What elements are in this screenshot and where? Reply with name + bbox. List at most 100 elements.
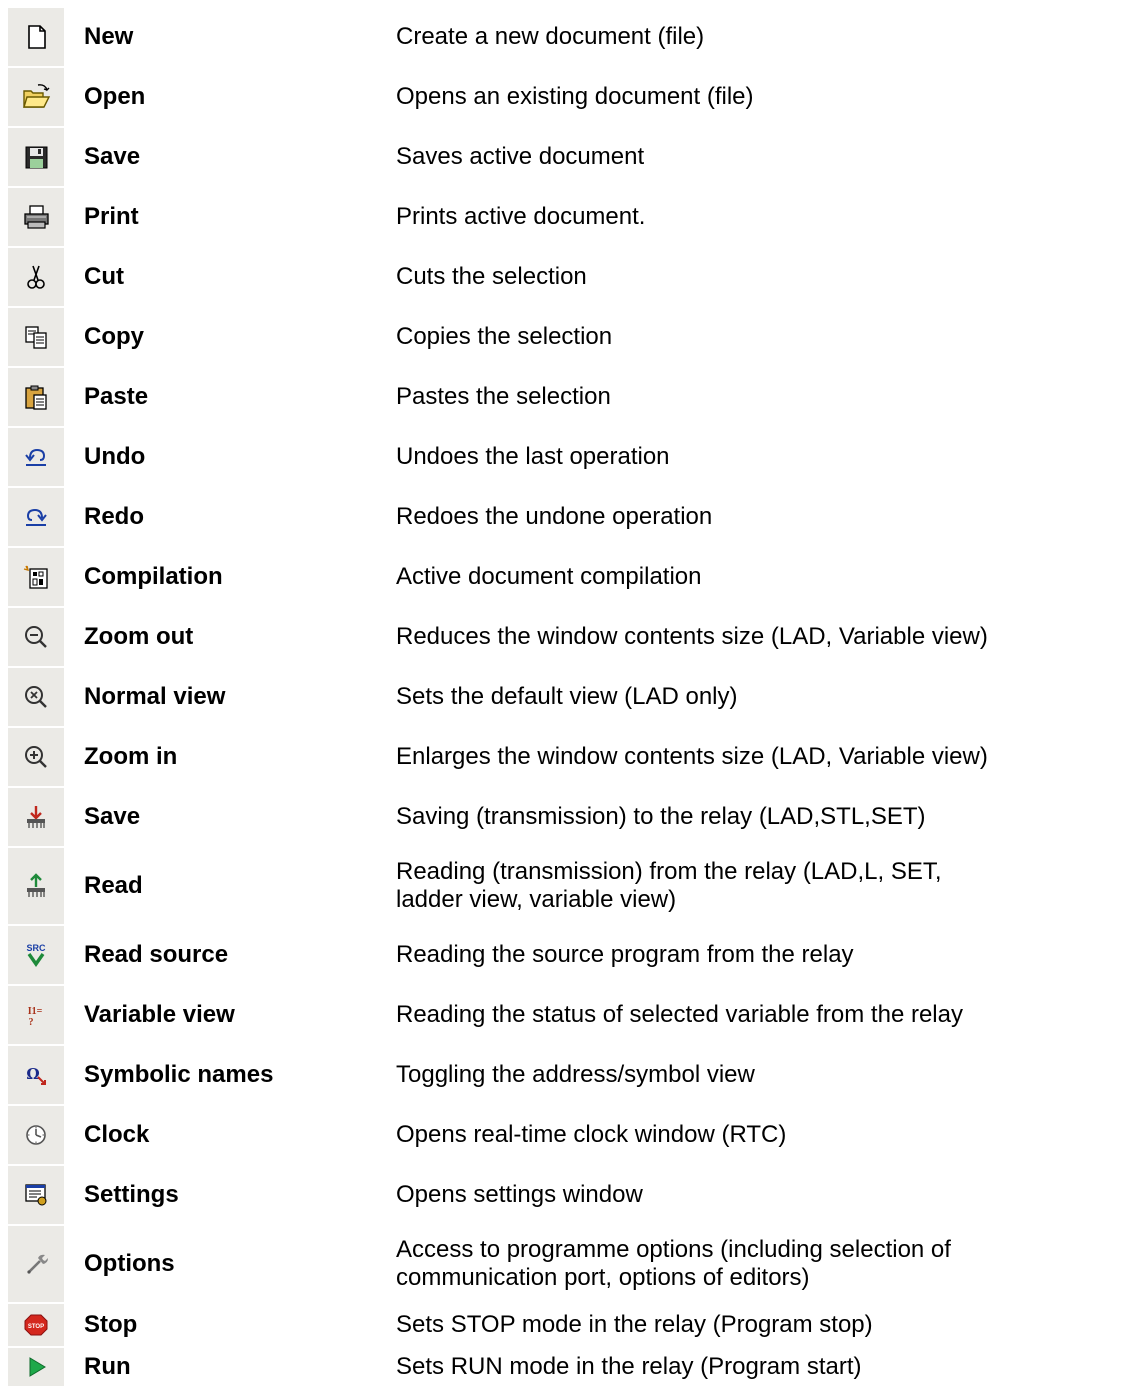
row-name: Options (84, 1250, 175, 1277)
row-name: Read (84, 872, 143, 899)
table-row: Print Prints active document. (0, 188, 1133, 246)
table-row: Paste Pastes the selection (0, 368, 1133, 426)
stop-sign-icon: STOP (8, 1304, 64, 1346)
symbolic-names-icon-text: Ω (26, 1065, 39, 1083)
row-name: Zoom in (84, 743, 178, 770)
row-description: Undoes the last operation (396, 443, 670, 470)
row-name: Open (84, 83, 146, 110)
row-name: Save (84, 803, 141, 830)
new-document-icon (8, 8, 64, 66)
row-description-line: ladder view, variable view) (396, 886, 677, 913)
table-row: Clock Opens real-time clock window (RTC) (0, 1106, 1133, 1164)
row-description: Sets STOP mode in the relay (Program sto… (396, 1311, 873, 1338)
row-description: Opens settings window (396, 1181, 643, 1208)
table-row: Cut Cuts the selection (0, 248, 1133, 306)
read-from-relay-icon (8, 848, 64, 924)
row-description: Toggling the address/symbol view (396, 1061, 755, 1088)
row-name: Save (84, 143, 141, 170)
row-description: Create a new document (file) (396, 23, 705, 50)
row-description: Prints active document. (396, 203, 646, 230)
table-row: Run Sets RUN mode in the relay (Program … (0, 1348, 1133, 1386)
row-name: Cut (84, 263, 124, 290)
table-row: Compilation Active document compilation (0, 548, 1133, 606)
row-name: New (84, 23, 134, 50)
redo-icon (8, 488, 64, 546)
table-row: Read Reading (transmission) from the rel… (0, 848, 1133, 924)
row-description: Saving (transmission) to the relay (LAD,… (396, 803, 926, 830)
row-name: Redo (84, 503, 144, 530)
row-name: Zoom out (84, 623, 194, 650)
row-description: Reading the source program from the rela… (396, 941, 854, 968)
row-description: Active document compilation (396, 563, 702, 590)
table-row: Options Access to programme options (inc… (0, 1226, 1133, 1302)
row-description: Reduces the window contents size (LAD, V… (396, 623, 988, 650)
zoom-in-icon (8, 728, 64, 786)
copy-icon (8, 308, 64, 366)
row-name: Run (84, 1353, 131, 1380)
row-description: Opens real-time clock window (RTC) (396, 1121, 787, 1148)
row-name: Normal view (84, 683, 226, 710)
table-row: STOP Stop Sets STOP mode in the relay (P… (0, 1304, 1133, 1346)
row-name: Paste (84, 383, 149, 410)
variable-view-icon-text: I1= (28, 1006, 43, 1017)
read-source-icon-text: SRC (26, 943, 46, 953)
table-row: Open Opens an existing document (file) (0, 68, 1133, 126)
variable-view-icon: I1=? (8, 986, 64, 1044)
row-description-line: Access to programme options (including s… (396, 1236, 951, 1263)
paste-clipboard-icon (8, 368, 64, 426)
table-row: Save Saving (transmission) to the relay … (0, 788, 1133, 846)
symbolic-names-icon: Ω (8, 1046, 64, 1104)
row-description-line: Reading (transmission) from the relay (L… (396, 858, 942, 885)
stop-sign-icon-text: STOP (28, 1324, 44, 1330)
row-name: Compilation (84, 563, 223, 590)
row-description: Reading the status of selected variable … (396, 1001, 963, 1028)
table-row: Redo Redoes the undone operation (0, 488, 1133, 546)
normal-view-icon (8, 668, 64, 726)
zoom-out-icon (8, 608, 64, 666)
open-folder-icon (8, 68, 64, 126)
table-row: Normal view Sets the default view (LAD o… (0, 668, 1133, 726)
row-name: Clock (84, 1121, 150, 1148)
table-row: SRC Read source Reading the source progr… (0, 926, 1133, 984)
row-description: Saves active document (396, 143, 645, 170)
table-row: Zoom out Reduces the window contents siz… (0, 608, 1133, 666)
row-name: Copy (84, 323, 144, 350)
row-name: Stop (84, 1311, 138, 1338)
row-description: Copies the selection (396, 323, 613, 350)
table-row: Settings Opens settings window (0, 1166, 1133, 1224)
settings-icon (8, 1166, 64, 1224)
row-name: Undo (84, 443, 146, 470)
row-name: Print (84, 203, 139, 230)
svg-text:?: ? (29, 1017, 34, 1028)
row-description: Sets the default view (LAD only) (396, 683, 738, 710)
table-row: Ω Symbolic names Toggling the address/sy… (0, 1046, 1133, 1104)
row-description: Pastes the selection (396, 383, 611, 410)
undo-icon (8, 428, 64, 486)
row-description: Redoes the undone operation (396, 503, 713, 530)
read-source-icon: SRC (8, 926, 64, 984)
row-name: Settings (84, 1181, 179, 1208)
row-description: Enlarges the window contents size (LAD, … (396, 743, 988, 770)
row-description: Reading (transmission) from the relay (L… (396, 848, 942, 924)
row-name: Symbolic names (84, 1061, 274, 1088)
wrench-icon (8, 1226, 64, 1302)
row-description: Cuts the selection (396, 263, 587, 290)
row-name: Variable view (84, 1001, 235, 1028)
table-row: I1=? Variable view Reading the status of… (0, 986, 1133, 1044)
table-row: Save Saves active document (0, 128, 1133, 186)
save-to-relay-icon (8, 788, 64, 846)
table-row: Copy Copies the selection (0, 308, 1133, 366)
compile-icon (8, 548, 64, 606)
save-disk-icon (8, 128, 64, 186)
printer-icon (8, 188, 64, 246)
row-description-line: communication port, options of editors) (396, 1264, 810, 1291)
clock-icon (8, 1106, 64, 1164)
row-description: Access to programme options (including s… (396, 1226, 951, 1302)
table-row: Zoom in Enlarges the window contents siz… (0, 728, 1133, 786)
table-row: New Create a new document (file) (0, 8, 1133, 66)
row-name: Read source (84, 941, 229, 968)
run-play-icon (8, 1348, 64, 1386)
table-row: Undo Undoes the last operation (0, 428, 1133, 486)
scissors-icon (8, 248, 64, 306)
row-description: Sets RUN mode in the relay (Program star… (396, 1353, 862, 1380)
